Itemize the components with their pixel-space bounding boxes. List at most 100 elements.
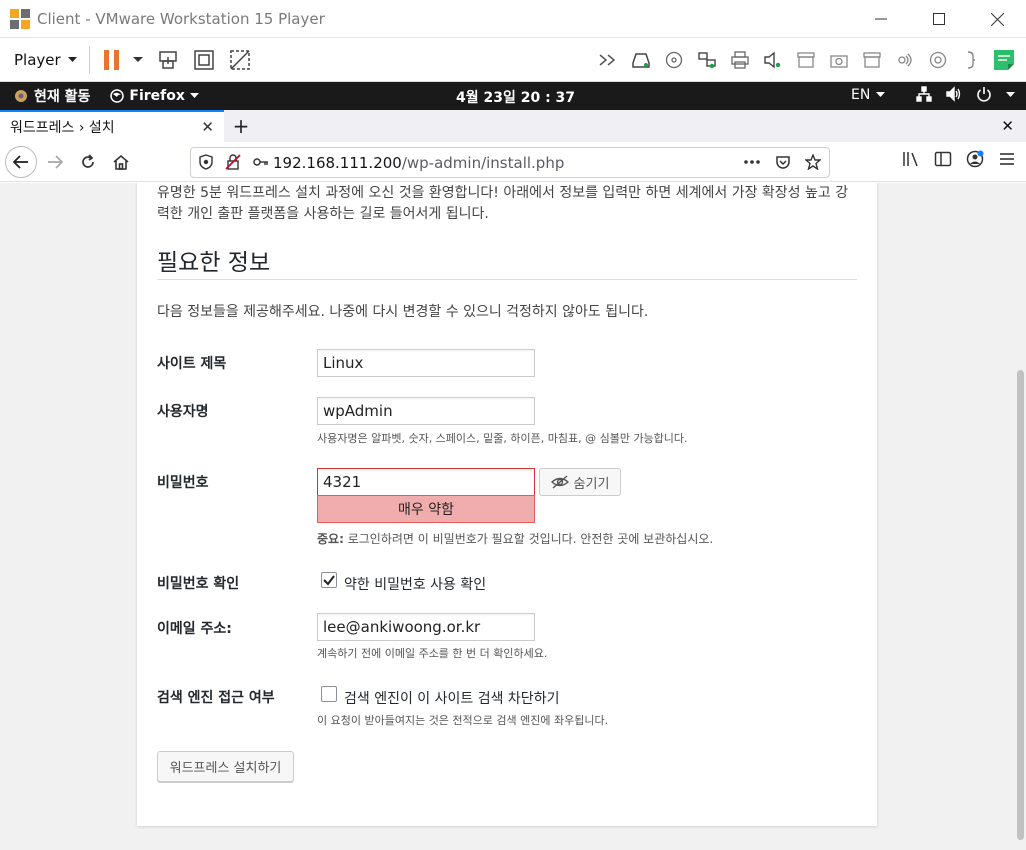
reload-icon	[82, 153, 94, 168]
weak-password-checkbox-label[interactable]: 약한 비밀번호 사용 확인	[344, 574, 486, 594]
page-viewport: 유명한 5분 워드프레스 설치 과정에 오신 것을 환영합니다! 아래에서 정보…	[0, 183, 1015, 850]
vmware-toolbar: Player	[0, 38, 1026, 82]
activities-button[interactable]: 현재 활동	[14, 86, 90, 106]
password-note-bold: 중요:	[317, 532, 344, 546]
home-icon	[113, 154, 129, 170]
back-button[interactable]	[5, 145, 37, 178]
power-dropdown-icon[interactable]	[132, 48, 144, 72]
minimize-button[interactable]	[852, 0, 910, 38]
password-note-text: 로그인하려면 이 비밀번호가 필요할 것입니다. 안전한 곳에 보관하십시오.	[343, 532, 714, 546]
pocket-icon[interactable]	[775, 154, 791, 170]
close-window-button[interactable]	[968, 0, 1026, 38]
toolbar-divider	[88, 45, 90, 74]
sound-card-icon[interactable]	[762, 48, 784, 72]
browser-nav-bar: 192.168.111.200/wp-admin/install.php	[0, 142, 1026, 182]
eye-slash-icon	[550, 475, 569, 489]
site-title-label: 사이트 제목	[157, 356, 227, 372]
reload-button[interactable]	[73, 147, 103, 177]
player-menu[interactable]: Player	[14, 51, 77, 69]
scrollbar-thumb[interactable]	[1017, 370, 1024, 840]
maximize-button[interactable]	[910, 0, 968, 38]
input-language-menu[interactable]: EN	[851, 87, 886, 103]
email-help: 계속하기 전에 이메일 주소를 한 번 더 확인하세요.	[317, 647, 548, 660]
page-actions-icon[interactable]	[743, 153, 761, 171]
browser-tab-strip: 워드프레스 › 설치 ✕ + ✕	[0, 110, 1026, 142]
key-icon[interactable]	[253, 156, 269, 168]
system-menu[interactable]	[916, 86, 1015, 102]
chevron-down-icon	[876, 92, 886, 97]
gnome-top-bar: 현재 활동 Firefox 4월 23일 20 : 37 EN	[0, 82, 1026, 110]
install-wordpress-button[interactable]: 워드프레스 설치하기	[157, 751, 294, 782]
bookmark-star-icon[interactable]	[805, 154, 821, 170]
hide-password-button[interactable]: 숨기기	[539, 468, 621, 496]
tracking-protection-icon[interactable]	[199, 154, 213, 170]
more-devices-icon[interactable]	[597, 48, 619, 72]
page-scrollbar[interactable]	[1015, 183, 1026, 850]
usb-device-icon[interactable]	[795, 48, 817, 72]
chevron-down-icon	[1006, 92, 1015, 97]
close-tab-icon[interactable]: ✕	[201, 118, 214, 136]
weak-password-checkbox[interactable]	[321, 572, 337, 588]
activities-label: 현재 활동	[34, 89, 91, 105]
app-menu[interactable]: Firefox	[110, 88, 199, 104]
section-description: 다음 정보들을 제공해주세요. 나중에 다시 변경할 수 있으니 걱정하지 않아…	[157, 304, 649, 320]
printer-icon[interactable]	[729, 48, 751, 72]
url-bar[interactable]: 192.168.111.200/wp-admin/install.php	[190, 147, 830, 178]
clock[interactable]: 4월 23일 20 : 37	[456, 87, 575, 107]
home-button[interactable]	[106, 147, 136, 177]
search-visibility-checkbox[interactable]	[321, 686, 337, 702]
disc-icon[interactable]	[927, 48, 949, 72]
search-visibility-label: 검색 엔진 접근 여부	[157, 690, 275, 706]
search-visibility-checkbox-label[interactable]: 검색 엔진이 이 사이트 검색 차단하기	[344, 688, 559, 708]
forward-button[interactable]	[40, 147, 70, 177]
usb-device-2-icon[interactable]	[861, 48, 883, 72]
site-title-input[interactable]	[317, 349, 535, 377]
chevron-down-icon	[67, 56, 77, 62]
bluetooth-icon[interactable]	[894, 48, 916, 72]
power-icon	[977, 87, 991, 102]
firefox-icon	[110, 89, 125, 103]
intro-text: 유명한 5분 워드프레스 설치 과정에 오신 것을 환영합니다! 아래에서 정보…	[157, 185, 849, 222]
password-label: 비밀번호	[157, 475, 209, 491]
close-browser-icon[interactable]: ✕	[1001, 117, 1014, 135]
bracket-icon[interactable]	[960, 48, 982, 72]
insecure-lock-icon[interactable]	[225, 154, 241, 170]
url-host: 192.168.111.200	[273, 153, 402, 172]
password-input[interactable]	[317, 468, 535, 496]
pause-icon[interactable]	[100, 48, 124, 72]
vmware-logo-icon	[9, 8, 31, 30]
hide-password-label: 숨기기	[573, 476, 610, 492]
network-wired-icon	[916, 86, 932, 102]
library-icon[interactable]	[902, 150, 920, 168]
input-language-label: EN	[851, 87, 871, 103]
username-input[interactable]	[317, 397, 535, 425]
new-tab-button[interactable]: +	[224, 110, 258, 142]
confirm-password-label: 비밀번호 확인	[157, 576, 240, 592]
section-title: 필요한 정보	[157, 250, 271, 276]
unity-icon[interactable]	[228, 48, 252, 72]
message-log-icon[interactable]	[993, 48, 1015, 72]
email-input[interactable]	[317, 613, 535, 641]
arrow-right-icon	[48, 154, 63, 169]
search-visibility-help: 이 요청이 받아들여지는 것은 전적으로 검색 엔진에 좌우됩니다.	[317, 714, 609, 727]
sidebar-icon[interactable]	[934, 150, 952, 168]
chevron-down-icon	[189, 93, 199, 98]
tab-wordpress-install[interactable]: 워드프레스 › 설치 ✕	[0, 110, 224, 142]
url-path: /wp-admin/install.php	[401, 153, 565, 172]
arrow-left-icon	[13, 154, 28, 169]
divider	[157, 279, 857, 280]
camera-icon[interactable]	[828, 48, 850, 72]
install-form-card: 유명한 5분 워드프레스 설치 과정에 오신 것을 환영합니다! 아래에서 정보…	[137, 183, 877, 826]
cd-dvd-icon[interactable]	[663, 48, 685, 72]
checkmark-icon	[323, 575, 335, 586]
account-icon[interactable]	[966, 150, 984, 168]
hamburger-menu-icon[interactable]	[998, 150, 1016, 168]
fullscreen-icon[interactable]	[192, 48, 216, 72]
network-adapter-icon[interactable]	[696, 48, 718, 72]
app-menu-label: Firefox	[129, 88, 185, 104]
hard-disk-icon[interactable]	[630, 48, 652, 72]
send-ctrl-alt-del-icon[interactable]	[156, 48, 180, 72]
url-text: 192.168.111.200/wp-admin/install.php	[273, 154, 564, 172]
vmware-title-bar: Client - VMware Workstation 15 Player	[0, 0, 1026, 38]
password-note: 중요: 로그인하려면 이 비밀번호가 필요할 것입니다. 안전한 곳에 보관하십…	[317, 530, 713, 547]
